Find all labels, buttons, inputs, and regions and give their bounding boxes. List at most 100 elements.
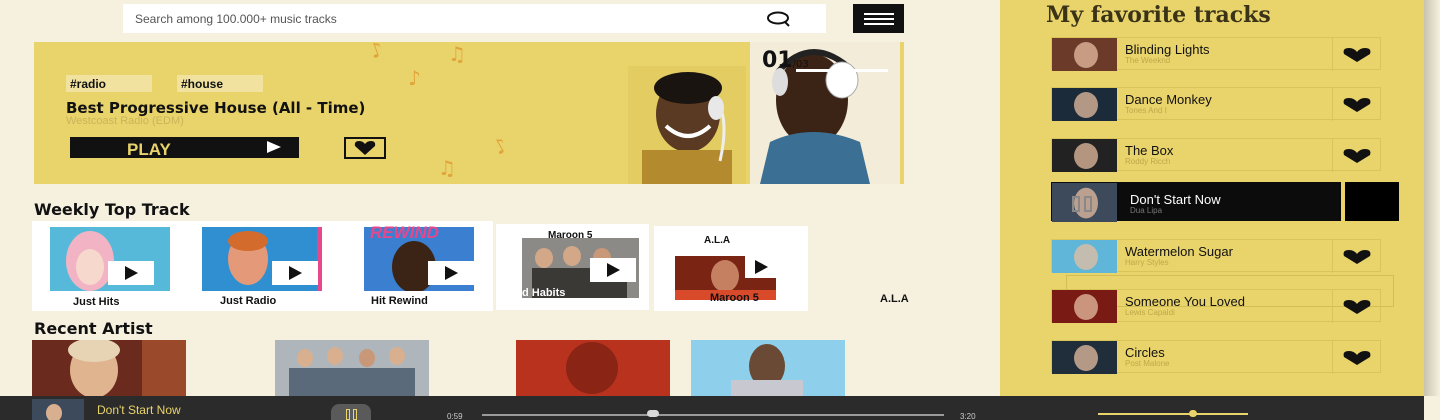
heart-icon [1343, 97, 1370, 112]
weekly-card[interactable]: Maroon 5 d Habits [496, 224, 649, 310]
slide-progress [796, 69, 888, 72]
banner-image-smiling-man [628, 66, 746, 184]
track-title: Watermelon Sugar [1125, 244, 1233, 259]
pause-icon[interactable] [1072, 196, 1092, 212]
card-caption: Just Hits [73, 296, 120, 308]
heart-icon [1343, 148, 1370, 163]
search-input[interactable] [135, 11, 735, 26]
music-note-icon: ♪ [366, 42, 387, 64]
volume-slider[interactable] [1098, 413, 1248, 415]
recent-artist-image[interactable] [32, 340, 186, 396]
weekly-card[interactable]: A.L.A Maroon 5 [654, 226, 808, 311]
track-cover [1052, 341, 1117, 374]
card-play-button[interactable] [272, 261, 318, 285]
card-caption: d Habits [522, 287, 566, 299]
elapsed-time: 0:59 [447, 412, 463, 420]
music-note-icon: ♫ [448, 42, 466, 66]
recent-artist-image[interactable] [275, 340, 429, 396]
play-button[interactable]: PLAY [70, 137, 299, 159]
card-play-button[interactable] [745, 256, 777, 278]
play-icon [754, 260, 768, 274]
music-note-icon: ♪ [488, 132, 512, 160]
now-playing-cover [32, 399, 84, 420]
heart-icon [1343, 47, 1370, 62]
weekly-card[interactable] [50, 227, 170, 291]
card-header-text: A.L.A [704, 235, 731, 246]
track-cover [1052, 88, 1117, 121]
favorite-track-row[interactable]: The Box Roddy Ricch [1051, 138, 1381, 172]
recent-section-title: Recent Artist [34, 319, 153, 338]
favorites-title: My favorite tracks [1046, 2, 1271, 28]
heart-icon [1343, 249, 1370, 264]
unfavorite-button[interactable] [1332, 290, 1380, 323]
weekly-card[interactable]: REWIND [364, 223, 474, 291]
favorite-track-row[interactable]: Don't Start Now Dua Lipa [1051, 182, 1341, 222]
favorite-track-row[interactable]: Watermelon Sugar Harry Styles [1051, 239, 1381, 273]
track-title: Dance Monkey [1125, 92, 1212, 107]
track-title: The Box [1125, 143, 1174, 158]
card-header-text: REWIND [370, 223, 439, 242]
pause-icon [345, 409, 350, 420]
card-play-button[interactable] [590, 258, 636, 282]
card-header-text: Maroon 5 [548, 230, 593, 238]
unfavorite-button[interactable] [1332, 341, 1380, 374]
card-play-button[interactable] [428, 261, 474, 285]
track-artist: Lewis Capaldi [1125, 308, 1175, 317]
card-caption: A.L.A [880, 293, 909, 305]
play-icon [267, 141, 281, 153]
track-cover [1052, 240, 1117, 273]
track-artist: Harry Styles [1125, 258, 1169, 267]
banner-subtitle: Westcoast Radio (EDM) [66, 115, 184, 127]
add-favorite-button[interactable] [344, 137, 386, 159]
favorite-track-row[interactable]: Blinding Lights The Weeknd [1051, 37, 1381, 71]
volume-handle[interactable] [1188, 410, 1197, 417]
menu-icon [863, 12, 894, 15]
card-caption: Just Radio [220, 295, 277, 307]
unfavorite-button[interactable] [1332, 240, 1380, 273]
play-icon [124, 266, 138, 280]
play-icon [606, 263, 620, 277]
track-artist: Roddy Ricch [1125, 157, 1171, 166]
play-label: PLAY [127, 140, 171, 159]
active-track-side-panel [1345, 182, 1399, 221]
tag-house[interactable]: #house [177, 75, 263, 92]
search-icon[interactable] [766, 11, 792, 32]
pause-button[interactable] [331, 404, 371, 420]
weekly-card[interactable] [202, 227, 322, 291]
hero-banner: #radio #house Best Progressive House (Al… [34, 42, 904, 184]
weekly-section-title: Weekly Top Track [34, 200, 190, 219]
menu-button[interactable] [853, 4, 904, 33]
track-artist: Tones And I [1125, 106, 1167, 115]
music-note-icon: ♪ [408, 66, 421, 90]
favorite-track-row[interactable]: Someone You Loved Lewis Capaldi [1051, 289, 1381, 323]
player-bar: Don't Start Now 0:59 3:20 [0, 396, 1424, 420]
favorite-track-row[interactable]: Dance Monkey Tones And I [1051, 87, 1381, 121]
heart-icon [354, 141, 376, 155]
music-note-icon: ♫ [438, 156, 456, 180]
card-caption: Maroon 5 [710, 292, 759, 304]
heart-icon [1343, 299, 1370, 314]
track-title: Someone You Loved [1125, 294, 1245, 309]
card-play-button[interactable] [108, 261, 154, 285]
tag-radio[interactable]: #radio [66, 75, 152, 92]
search-bar[interactable] [123, 4, 826, 33]
unfavorite-button[interactable] [1332, 38, 1380, 71]
track-cover [1052, 139, 1117, 172]
recent-artist-image[interactable] [516, 340, 670, 396]
card-caption: Hit Rewind [371, 295, 428, 307]
unfavorite-button[interactable] [1332, 139, 1380, 172]
unfavorite-button[interactable] [1332, 88, 1380, 121]
seek-handle[interactable] [646, 410, 659, 417]
play-icon [444, 266, 458, 280]
favorite-track-row[interactable]: Circles Post Malone [1051, 340, 1381, 374]
seek-bar[interactable] [482, 414, 944, 416]
track-title: Circles [1125, 345, 1165, 360]
track-artist: The Weeknd [1125, 56, 1171, 65]
total-time: 3:20 [960, 412, 976, 420]
scrollbar-gutter [1424, 0, 1440, 396]
recent-artist-image[interactable] [691, 340, 845, 396]
track-title: Blinding Lights [1125, 42, 1210, 57]
now-playing-title: Don't Start Now [97, 403, 181, 417]
track-artist: Post Malone [1125, 359, 1170, 368]
track-artist: Dua Lipa [1130, 206, 1163, 215]
